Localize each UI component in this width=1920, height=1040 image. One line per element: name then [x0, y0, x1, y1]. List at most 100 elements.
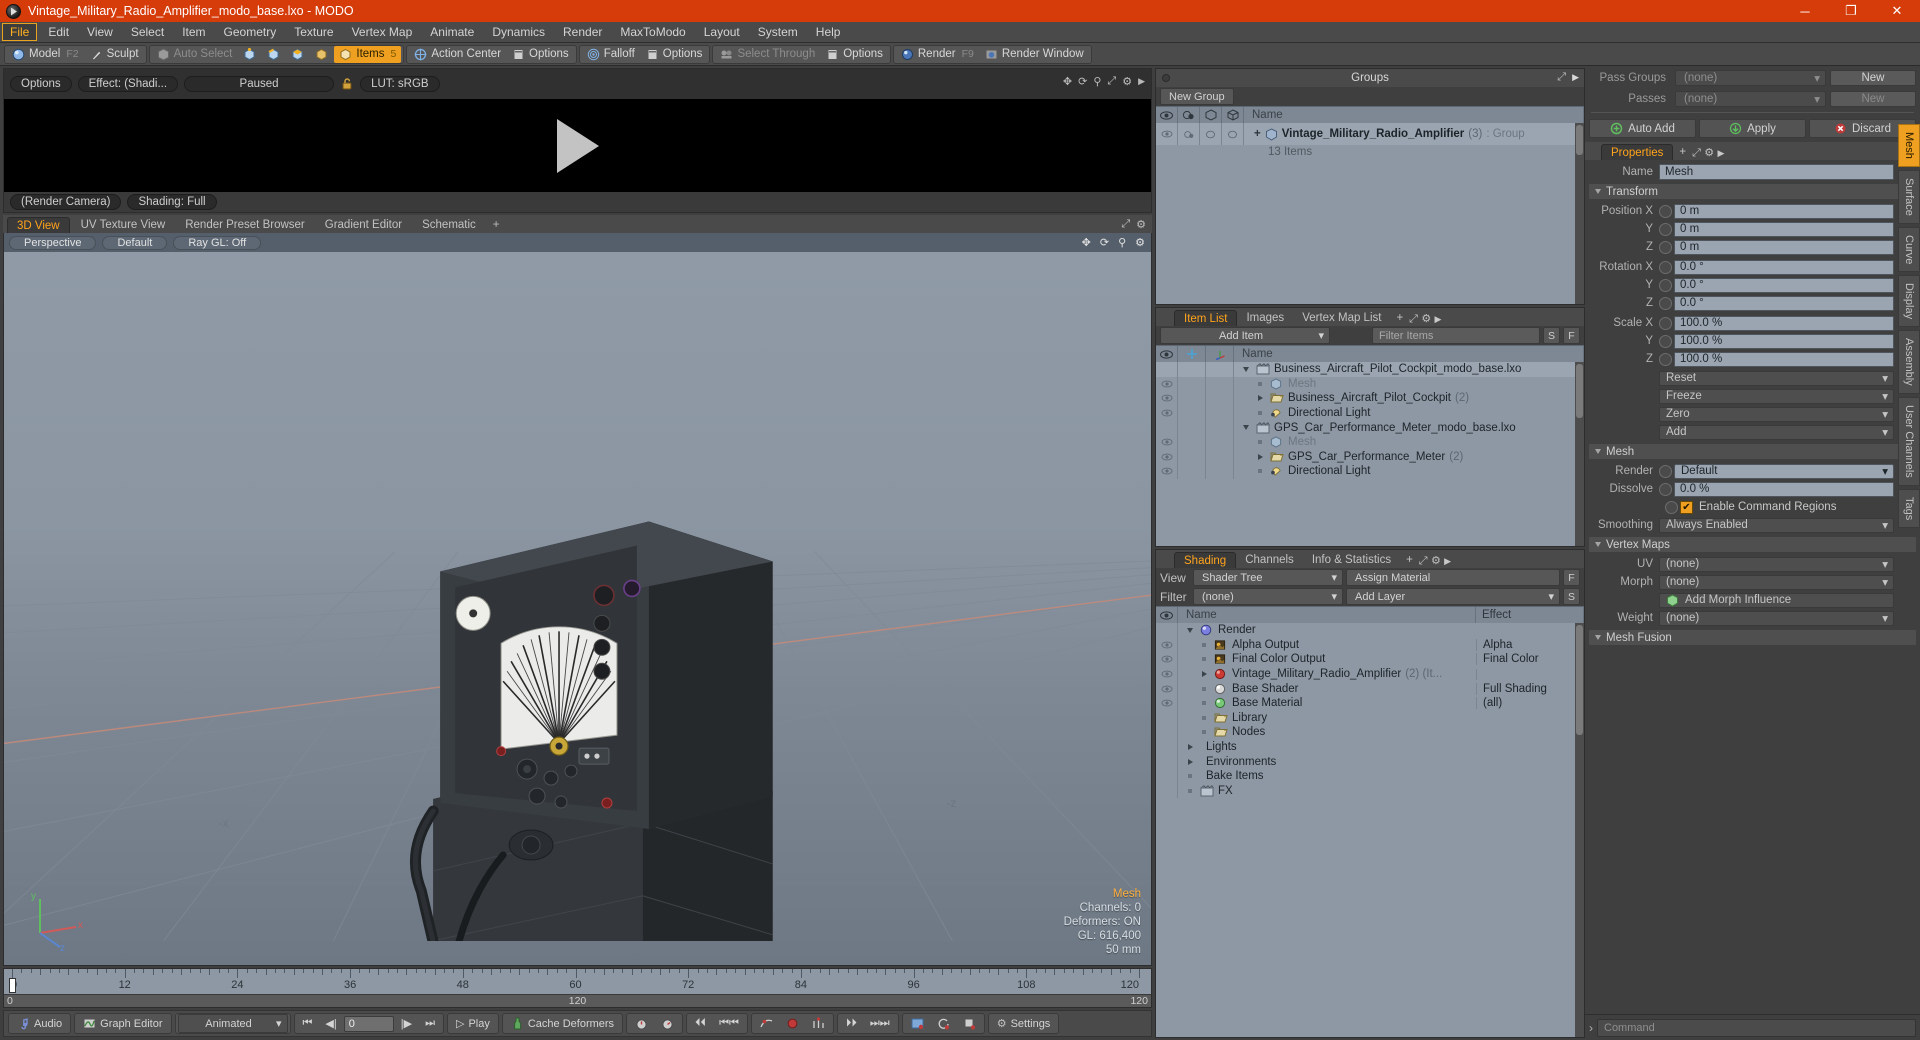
- add-layer-button[interactable]: Add Layer ▾: [1346, 588, 1560, 605]
- render-anim-dot[interactable]: [1659, 464, 1672, 478]
- groups-scroll-thumb[interactable]: [1576, 125, 1583, 155]
- item-list-scroll-thumb[interactable]: [1576, 364, 1583, 418]
- chevron-right-icon[interactable]: ▶: [1718, 148, 1725, 158]
- tree-row-name-cell[interactable]: Render: [1178, 624, 1476, 636]
- render-shading-selector[interactable]: Shading: Full: [127, 194, 217, 210]
- row-toggle[interactable]: [1206, 449, 1234, 465]
- menu-file[interactable]: File: [2, 23, 38, 41]
- table-row[interactable]: Base Material (all)▾: [1156, 695, 1584, 711]
- zoom-icon[interactable]: ⚲: [1118, 236, 1126, 249]
- prev-key-button[interactable]: ◀|: [319, 1014, 342, 1033]
- rotate-icon[interactable]: ⟳: [1100, 236, 1109, 249]
- row-toggle[interactable]: [1178, 391, 1206, 406]
- table-row[interactable]: Alpha Output Alpha▾: [1156, 637, 1584, 653]
- item-list-s-button[interactable]: S: [1543, 327, 1560, 344]
- tab-uv-texture-view[interactable]: UV Texture View: [71, 217, 175, 233]
- row-toggle[interactable]: [1206, 464, 1234, 479]
- tab-gradient-editor[interactable]: Gradient Editor: [315, 217, 412, 233]
- expand-icon[interactable]: ⤢: [1409, 313, 1418, 325]
- shading-tree-body[interactable]: RenderAlpha OutputAlpha▾Final Color Outp…: [1156, 623, 1584, 1037]
- falloff-options-button[interactable]: Options: [641, 46, 708, 63]
- create-key-button[interactable]: [780, 1014, 805, 1033]
- expander-down-icon[interactable]: [1184, 627, 1196, 633]
- transform-zero-dropdown[interactable]: Zero ▾: [1659, 406, 1894, 422]
- falloff-button[interactable]: Falloff: [582, 46, 640, 63]
- col-axis-icon[interactable]: [1206, 345, 1234, 363]
- audio-button[interactable]: Audio: [11, 1014, 68, 1033]
- row-eye-toggle[interactable]: [1156, 768, 1178, 784]
- key-tool-b-button[interactable]: [655, 1014, 680, 1033]
- tree-row-name-cell[interactable]: GPS_Car_Performance_Meter_modo_base.lxo: [1234, 422, 1584, 434]
- groups-tree-body[interactable]: + Vintage_Military_Radio_Amplifier (3) :…: [1156, 123, 1584, 304]
- render-camera-selector[interactable]: (Render Camera): [10, 194, 122, 210]
- close-button[interactable]: ✕: [1874, 0, 1920, 22]
- render-button[interactable]: Render F9: [896, 46, 979, 63]
- menu-render[interactable]: Render: [554, 22, 611, 42]
- new-group-button[interactable]: New Group: [1160, 88, 1234, 105]
- table-row[interactable]: Render: [1156, 623, 1584, 638]
- rotation-x-anim-dot[interactable]: [1659, 260, 1672, 274]
- item-list-scrollbar[interactable]: [1575, 362, 1584, 546]
- menu-item[interactable]: Item: [173, 22, 214, 42]
- mesh-fusion-section-header[interactable]: Mesh Fusion: [1589, 630, 1916, 645]
- mesh-section-header[interactable]: Mesh: [1589, 444, 1916, 459]
- animation-mode-selector[interactable]: Animated ▾: [177, 1014, 288, 1033]
- tree-row-effect-cell[interactable]: Final Color▾: [1476, 653, 1584, 666]
- chevron-right-icon[interactable]: ▶: [1138, 76, 1145, 87]
- row-toggle[interactable]: [1178, 405, 1206, 421]
- dissolve-input[interactable]: 0.0 %: [1674, 481, 1894, 497]
- groups-scrollbar[interactable]: [1575, 123, 1584, 304]
- side-tab-display[interactable]: Display: [1898, 275, 1920, 328]
- lut-selector[interactable]: LUT: sRGB: [360, 76, 440, 92]
- row-toggle[interactable]: [1206, 434, 1234, 450]
- row-eye-toggle[interactable]: [1156, 376, 1178, 392]
- table-row[interactable]: Business_Aircraft_Pilot_Cockpit_modo_bas…: [1156, 362, 1584, 377]
- tree-row-effect-cell[interactable]: Alpha▾: [1476, 638, 1584, 651]
- tree-row-name-cell[interactable]: Vintage_Military_Radio_Amplifier (2) (It…: [1178, 668, 1476, 680]
- tree-row-name-cell[interactable]: Base Material: [1178, 697, 1476, 709]
- render-effect-selector[interactable]: Effect: (Shadi...: [77, 76, 179, 92]
- row-wire-toggle[interactable]: [1222, 123, 1244, 145]
- tree-row-effect-cell[interactable]: Full Shading▾: [1476, 682, 1584, 695]
- passes-selector[interactable]: (none) ▾: [1675, 91, 1826, 107]
- tree-row-name-cell[interactable]: FX: [1178, 785, 1476, 797]
- row-eye-toggle[interactable]: [1156, 405, 1178, 421]
- row-toggle[interactable]: [1206, 376, 1234, 392]
- tab-add-button[interactable]: +: [1673, 144, 1692, 160]
- expander-down-icon[interactable]: [1240, 425, 1252, 431]
- menu-animate[interactable]: Animate: [421, 22, 483, 42]
- next-key-button[interactable]: |▶: [395, 1014, 418, 1033]
- table-row[interactable]: Directional Light: [1156, 464, 1584, 479]
- new-pass-button[interactable]: New: [1830, 91, 1916, 107]
- edge-mode-button[interactable]: [262, 46, 285, 63]
- graph-editor-button[interactable]: Graph Editor: [77, 1014, 168, 1033]
- settings-button[interactable]: ⚙ Settings: [991, 1014, 1057, 1033]
- group-row-name-cell[interactable]: + Vintage_Military_Radio_Amplifier (3) :…: [1244, 127, 1584, 141]
- tree-row-name-cell[interactable]: Final Color Output: [1178, 653, 1476, 665]
- go-to-start-button[interactable]: ⏮: [297, 1014, 319, 1033]
- expander-plus-icon[interactable]: +: [1254, 128, 1261, 140]
- position-z-anim-dot[interactable]: [1659, 240, 1672, 254]
- side-tab-surface[interactable]: Surface: [1898, 169, 1920, 224]
- table-row[interactable]: Directional Light: [1156, 405, 1584, 421]
- transform-section-header[interactable]: Transform: [1589, 184, 1916, 199]
- select-through-button[interactable]: Select Through: [715, 46, 820, 63]
- position-x-input[interactable]: 0 m: [1674, 203, 1894, 219]
- row-eye-toggle[interactable]: [1156, 725, 1178, 740]
- move-icon[interactable]: ✥: [1063, 75, 1072, 88]
- scale-x-input[interactable]: 100.0 %: [1674, 315, 1894, 331]
- expander-right-icon[interactable]: [1184, 758, 1196, 765]
- col-eye-icon[interactable]: [1156, 345, 1178, 363]
- row-eye-toggle[interactable]: [1156, 449, 1178, 465]
- expand-icon[interactable]: ⤢: [1419, 555, 1428, 567]
- filter-items-input[interactable]: Filter Items: [1372, 327, 1540, 344]
- col-lock-icon[interactable]: [1178, 345, 1206, 363]
- transform-freeze-dropdown[interactable]: Freeze ▾: [1659, 388, 1894, 404]
- tab-add-button[interactable]: +: [1390, 310, 1409, 326]
- tab-render-preset-browser[interactable]: Render Preset Browser: [176, 217, 314, 233]
- row-eye-toggle[interactable]: [1156, 710, 1178, 726]
- tree-row-effect-cell[interactable]: (all)▾: [1476, 697, 1584, 710]
- model-mode-button[interactable]: Model F2: [7, 46, 84, 63]
- render-status-button[interactable]: Paused: [184, 76, 335, 92]
- maximize-button[interactable]: ❐: [1828, 0, 1874, 22]
